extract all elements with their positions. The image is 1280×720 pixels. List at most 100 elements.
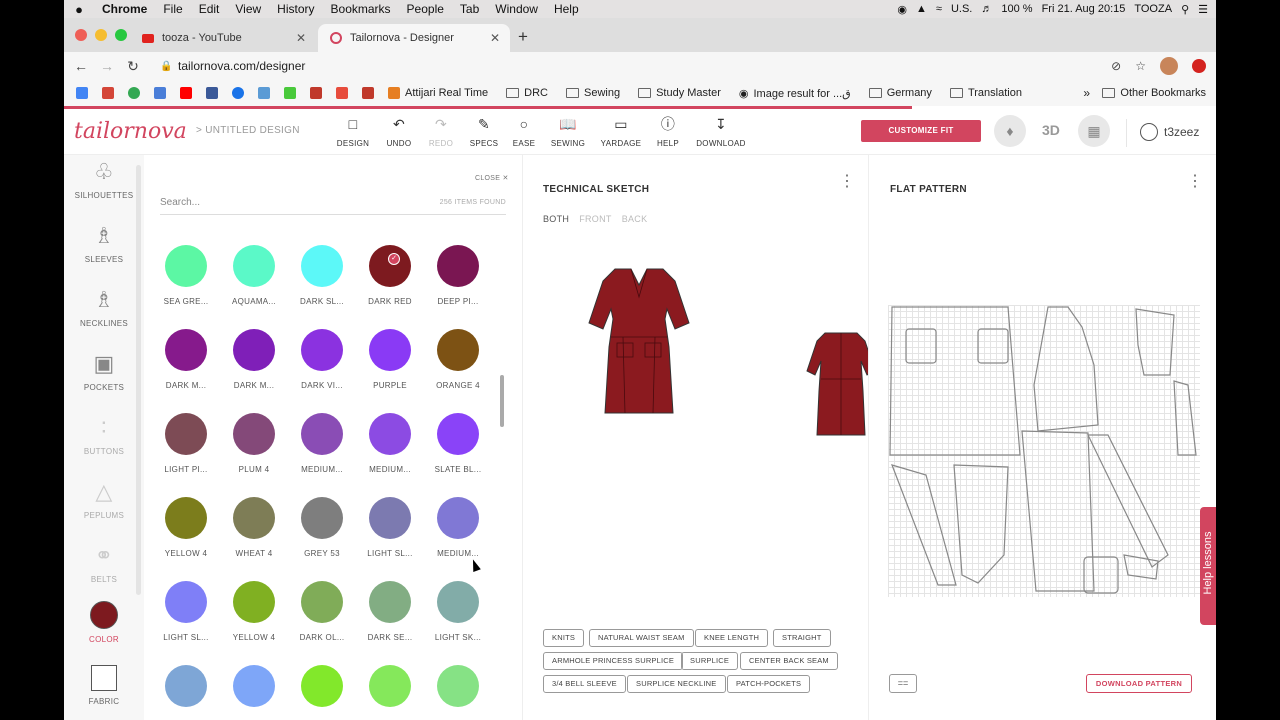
feature-tag[interactable]: NATURAL WAIST SEAM [589, 629, 694, 647]
color-swatch-item[interactable] [360, 665, 420, 717]
tab-youtube[interactable]: tooza - YouTube ✕ [130, 24, 316, 52]
translate-icon[interactable] [154, 87, 166, 99]
back-icon[interactable]: ← [68, 58, 94, 74]
color-swatch-item[interactable]: PLUM 4 [224, 413, 284, 474]
color-swatch-item[interactable] [224, 665, 284, 717]
nav-peplums[interactable]: △ PEPLUMS [64, 477, 144, 520]
color-swatch-item[interactable]: ✓ DARK RED [360, 245, 420, 306]
bookmark-icon[interactable] [362, 87, 374, 99]
bookmark-other[interactable]: Other Bookmarks [1102, 87, 1206, 99]
bookmark-germany[interactable]: Germany [868, 87, 932, 99]
profile-avatar[interactable] [1160, 57, 1178, 75]
dress-form-icon[interactable]: ♦ [994, 115, 1026, 147]
color-swatch-item[interactable]: ORANGE 4 [428, 329, 488, 390]
forward-icon[interactable]: → [94, 58, 120, 74]
nav-silhouettes[interactable]: ♧ SILHOUETTES [64, 157, 144, 200]
record-icon[interactable]: ◉ [897, 3, 907, 16]
menu-view[interactable]: View [227, 2, 269, 16]
eye-off-icon[interactable]: ⊘ [1111, 59, 1121, 73]
more-bookmarks-icon[interactable]: » [1083, 86, 1090, 100]
search-input[interactable]: Search... 256 ITEMS FOUND [160, 197, 506, 215]
sewing-button[interactable]: 📖 SEWING [543, 115, 593, 148]
bookmark-image-result[interactable]: ◉ Image result for ...ق [739, 87, 851, 100]
color-swatch-item[interactable]: SLATE BL... [428, 413, 488, 474]
menu-people[interactable]: People [399, 2, 452, 16]
bookmark-icon[interactable] [232, 87, 244, 99]
color-swatch-item[interactable]: LIGHT SK... [428, 581, 488, 642]
color-swatch-item[interactable]: DARK OL... [292, 581, 352, 642]
color-swatch-item[interactable]: SEA GRE... [156, 245, 216, 306]
color-swatch-item[interactable]: MEDIUM... [428, 497, 488, 558]
url-field[interactable]: 🔒 tailornova.com/designer [156, 54, 1198, 78]
download-button[interactable]: ↧ DOWNLOAD [696, 115, 746, 148]
color-swatch-item[interactable]: DARK M... [156, 329, 216, 390]
feature-tag[interactable]: KNITS [543, 629, 585, 647]
nav-color[interactable]: COLOR [64, 601, 144, 644]
volume-icon[interactable]: ♬ [981, 3, 992, 15]
feature-tag[interactable]: SURPLICE NECKLINE [627, 675, 726, 693]
color-swatch-item[interactable] [292, 665, 352, 717]
color-swatch-item[interactable]: YELLOW 4 [156, 497, 216, 558]
reload-icon[interactable]: ↻ [120, 58, 146, 75]
menu-file[interactable]: File [155, 2, 190, 16]
bookmark-icon[interactable] [258, 87, 270, 99]
minimize-window-button[interactable] [95, 29, 107, 41]
color-swatch-item[interactable] [156, 665, 216, 717]
feature-tag[interactable]: SURPLICE [681, 652, 739, 670]
apple-icon[interactable]: ● [64, 2, 94, 17]
color-swatch-item[interactable]: DEEP PI... [428, 245, 488, 306]
download-pattern-button[interactable]: DOWNLOAD PATTERN [1086, 674, 1192, 693]
menu-chrome[interactable]: Chrome [94, 2, 155, 16]
close-tab-icon[interactable]: ✕ [296, 31, 306, 45]
color-swatch-item[interactable]: LIGHT SL... [156, 581, 216, 642]
user-label[interactable]: TOOZA [1134, 3, 1172, 15]
nav-fabric[interactable]: FABRIC [64, 665, 144, 706]
color-swatch-item[interactable]: DARK SE... [360, 581, 420, 642]
extension-icon[interactable] [1192, 59, 1206, 73]
bookmark-drc[interactable]: DRC [506, 87, 548, 99]
flat-menu-icon[interactable]: ⋮ [1187, 174, 1203, 190]
bookmark-translation[interactable]: Translation [949, 87, 1022, 99]
locale-label[interactable]: U.S. [951, 3, 972, 15]
feature-tag[interactable]: PATCH-POCKETS [727, 675, 811, 693]
vlc-icon[interactable]: ▲ [916, 3, 927, 15]
help-button[interactable]: ⓘ HELP [643, 115, 693, 148]
sidebar-scrollbar[interactable] [136, 165, 141, 595]
nav-sleeves[interactable]: ♗ SLEEVES [64, 221, 144, 264]
nav-necklines[interactable]: ♗ NECKLINES [64, 285, 144, 328]
lock-icon[interactable]: 🔒 [160, 61, 172, 72]
clock-label[interactable]: Fri 21. Aug 20:15 [1042, 3, 1126, 15]
nav-belts[interactable]: ⚭ BELTS [64, 541, 144, 584]
feature-tag[interactable]: KNEE LENGTH [695, 629, 769, 647]
gmail-icon[interactable] [102, 87, 114, 99]
color-swatch-item[interactable]: LIGHT PI... [156, 413, 216, 474]
breadcrumb[interactable]: > UNTITLED DESIGN [196, 125, 300, 136]
view-back[interactable]: BACK [622, 214, 648, 224]
bookmark-sewing[interactable]: Sewing [565, 87, 620, 99]
battery-label[interactable]: 100 % [1001, 3, 1032, 15]
flat-view-icon[interactable]: ▦ [1078, 115, 1110, 147]
menu-window[interactable]: Window [487, 2, 546, 16]
design-button[interactable]: □ DESIGN [328, 115, 378, 148]
nav-pockets[interactable]: ▣ POCKETS [64, 349, 144, 392]
menu-tab[interactable]: Tab [452, 2, 487, 16]
view-front[interactable]: FRONT [579, 214, 612, 224]
color-swatch-item[interactable] [428, 665, 488, 717]
panel-scrollbar[interactable] [500, 375, 504, 427]
color-swatch-item[interactable]: PURPLE [360, 329, 420, 390]
feature-tag[interactable]: STRAIGHT [773, 629, 831, 647]
help-lessons-tab[interactable]: Help lessons [1200, 507, 1216, 625]
bookmark-icon[interactable] [310, 87, 322, 99]
feature-tag[interactable]: CENTER BACK SEAM [740, 652, 838, 670]
feature-tag[interactable]: ARMHOLE PRINCESS SURPLICE [543, 652, 684, 670]
zoom-window-button[interactable] [115, 29, 127, 41]
view-both[interactable]: BOTH [543, 214, 569, 224]
color-swatch-item[interactable]: LIGHT SL... [360, 497, 420, 558]
user-menu[interactable]: t3zeez [1140, 123, 1199, 141]
customize-fit-button[interactable]: CUSTOMIZE FIT [861, 120, 981, 142]
nav-buttons[interactable]: ∶ BUTTONS [64, 413, 144, 456]
menu-history[interactable]: History [269, 2, 322, 16]
wifi-icon[interactable]: ≈ [936, 3, 942, 15]
feature-tag[interactable]: 3/4 BELL SLEEVE [543, 675, 626, 693]
color-swatch-item[interactable]: YELLOW 4 [224, 581, 284, 642]
